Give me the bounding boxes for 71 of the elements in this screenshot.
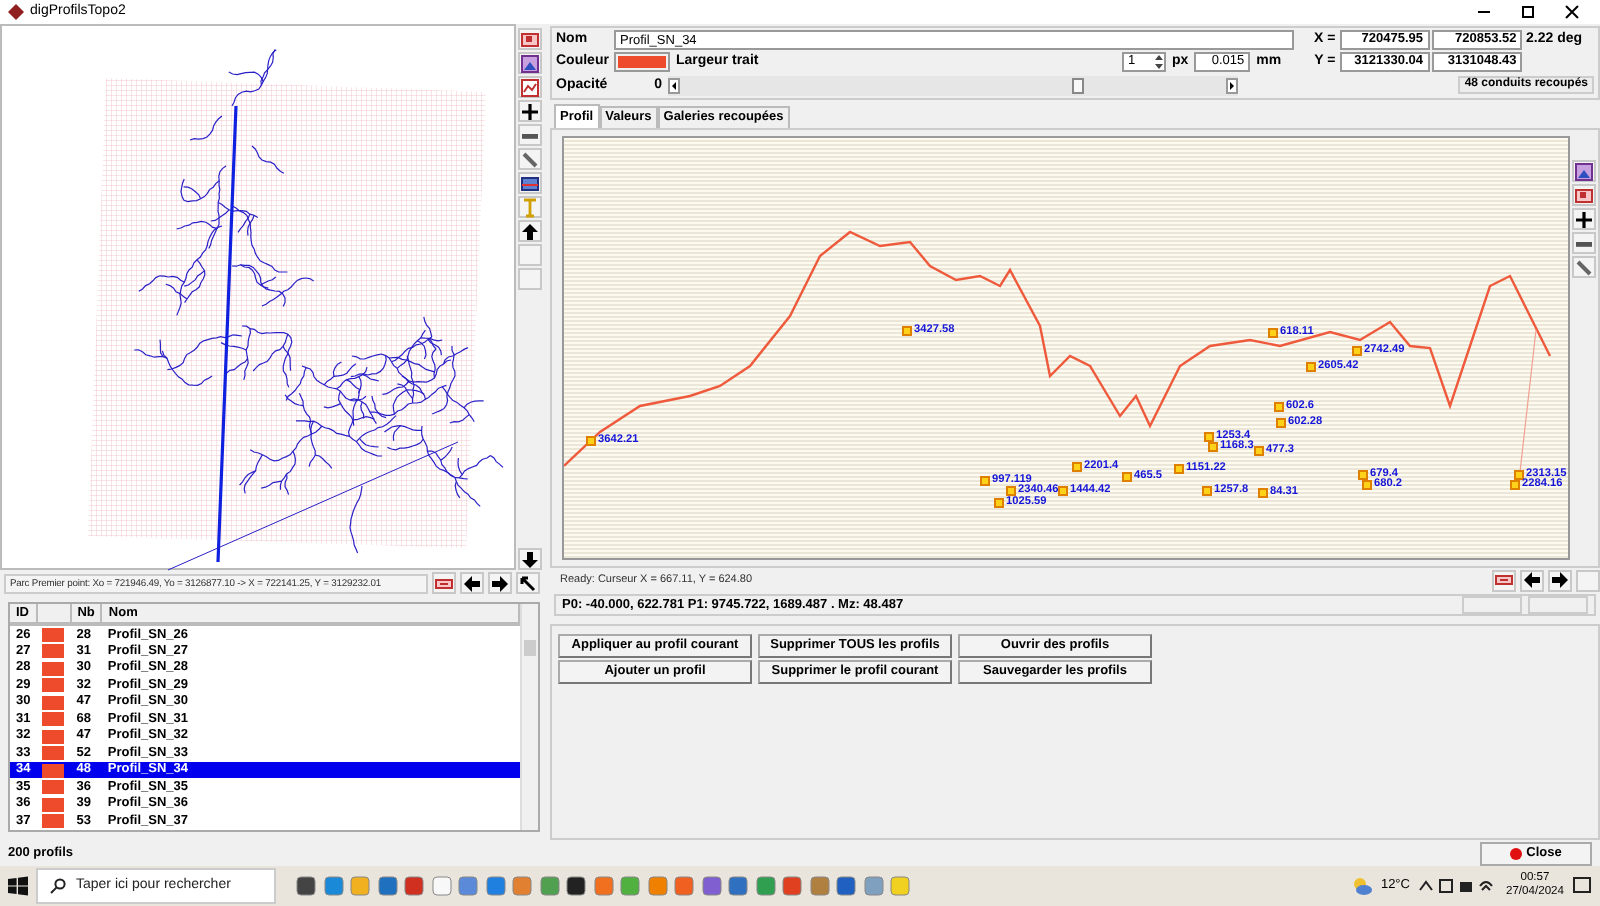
cursor-tool-button[interactable] [516, 572, 540, 594]
notification-icon [1572, 876, 1592, 896]
window-icon [520, 173, 540, 193]
layers-tool-button[interactable] [518, 28, 542, 50]
arrow-left-icon [1522, 570, 1542, 590]
arrow-up-icon [520, 221, 540, 241]
close-icon [1564, 4, 1580, 20]
marker-square-icon [980, 475, 990, 485]
layers-icon [1574, 185, 1594, 205]
scale-tool-button[interactable] [1492, 569, 1516, 591]
close-dot-icon [1510, 847, 1523, 859]
plus-icon [1574, 209, 1594, 229]
window-tool-button[interactable] [518, 172, 542, 194]
ruler-icon [1494, 570, 1514, 590]
spinner-arrows-icon [1154, 54, 1164, 71]
chart-tool-button[interactable] [518, 76, 542, 98]
up-tool-button[interactable] [518, 220, 542, 242]
down-tool-button[interactable] [518, 548, 542, 570]
ruler-icon [434, 573, 454, 593]
marker-square-icon [1352, 345, 1362, 355]
arrow-right-icon [490, 573, 510, 593]
slider-thumb[interactable] [1072, 77, 1085, 94]
marker-square-icon [1202, 485, 1212, 495]
weather-icon [1352, 876, 1373, 896]
opacity-slider[interactable] [668, 75, 1238, 96]
scrollbar[interactable] [520, 604, 538, 830]
plus-tool-button[interactable] [518, 100, 542, 122]
right-tool-button[interactable] [1548, 569, 1572, 591]
image-icon [520, 53, 540, 73]
image-icon [1574, 161, 1594, 181]
scroll-left-icon [668, 77, 680, 94]
layers-tool-button[interactable] [1572, 184, 1596, 206]
marker-square-icon [1276, 417, 1286, 427]
left-tool-button[interactable] [460, 572, 484, 594]
marker-square-icon [1306, 361, 1316, 371]
pencil-tool-button[interactable] [1572, 256, 1596, 278]
marker-square-icon [1254, 445, 1264, 455]
plus-tool-button[interactable] [1572, 208, 1596, 230]
system-tray-icons [1417, 878, 1498, 894]
minus-tool-button[interactable] [518, 124, 542, 146]
arrow-left-icon [462, 573, 482, 593]
marker-square-icon [1258, 487, 1268, 497]
pencil-icon [520, 149, 540, 169]
arrow-down-icon [520, 549, 540, 569]
scale-tool-button[interactable] [432, 572, 456, 594]
scroll-right-icon [1226, 77, 1238, 94]
arrow-right-icon [1550, 570, 1570, 590]
minus-tool-button[interactable] [1572, 232, 1596, 254]
marker-square-icon [1174, 463, 1184, 473]
marker-square-icon [1058, 485, 1068, 495]
left-tool-button[interactable] [1520, 569, 1544, 591]
chart-icon [520, 77, 540, 97]
marker-square-icon [1274, 401, 1284, 411]
marker-square-icon [902, 325, 912, 335]
windows-start-icon [8, 876, 28, 896]
layers-icon [520, 29, 540, 49]
pencil-icon [1574, 257, 1594, 277]
search-icon [50, 878, 66, 894]
maximize-icon [1520, 4, 1536, 20]
pencil-tool-button[interactable] [518, 148, 542, 170]
marker-square-icon [1072, 461, 1082, 471]
cursor-icon [518, 573, 538, 593]
marker-square-icon [1268, 327, 1278, 337]
right-tool-button[interactable] [488, 572, 512, 594]
marker-square-icon [1122, 471, 1132, 481]
image-tool-button[interactable] [1572, 160, 1596, 182]
image-tool-button[interactable] [518, 52, 542, 74]
marker-square-icon [586, 435, 596, 445]
app-icon [8, 4, 24, 20]
plus-icon [520, 101, 540, 121]
text-icon [520, 197, 540, 217]
